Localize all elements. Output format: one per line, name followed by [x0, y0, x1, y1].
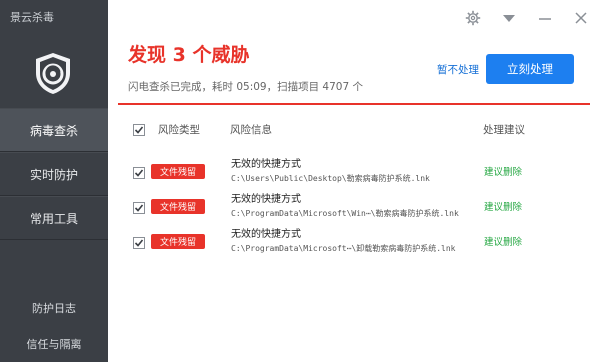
fix-now-button[interactable]: 立刻处理 [486, 54, 574, 84]
risk-type-badge: 文件残留 [151, 164, 205, 179]
column-header-info: 风险信息 [230, 124, 272, 136]
table-row: 文件残留 无效的快捷方式 C:\ProgramData\Microsoft\Wi… [0, 190, 600, 224]
advice-delete-link[interactable]: 建议删除 [484, 199, 522, 213]
column-header-advice: 处理建议 [483, 124, 525, 136]
table-row: 文件残留 无效的快捷方式 C:\Users\Public\Desktop\勒索病… [0, 155, 600, 189]
trust-quarantine-link[interactable]: 信任与隔离 [0, 336, 108, 352]
risk-name: 无效的快捷方式 [231, 194, 301, 205]
row-checkbox[interactable] [133, 202, 145, 214]
risk-path: C:\ProgramData\Microsoft⋯\卸载勒索病毒防护系统.lnk [231, 244, 456, 253]
risk-type-badge: 文件残留 [151, 234, 205, 249]
close-icon[interactable] [570, 8, 592, 28]
window-controls [462, 8, 592, 28]
risk-name: 无效的快捷方式 [231, 229, 301, 240]
risk-path: C:\Users\Public\Desktop\勒索病毒防护系统.lnk [231, 174, 430, 183]
header-divider [118, 103, 590, 105]
threat-count-title: 发现 3 个威胁 [128, 44, 250, 66]
minimize-icon[interactable] [534, 8, 556, 28]
table-header: 风险类型 风险信息 处理建议 [0, 122, 600, 138]
ignore-button[interactable]: 暂不处理 [437, 62, 479, 77]
risk-name: 无效的快捷方式 [231, 159, 301, 170]
scan-summary: 闪电查杀已完成，耗时 05:09，扫描项目 4707 个 [128, 81, 363, 93]
protection-log-link[interactable]: 防护日志 [0, 300, 108, 316]
advice-delete-link[interactable]: 建议删除 [484, 164, 522, 178]
advice-delete-link[interactable]: 建议删除 [484, 234, 522, 248]
table-row: 文件残留 无效的快捷方式 C:\ProgramData\Microsoft⋯\卸… [0, 225, 600, 259]
dropdown-arrow-icon[interactable] [498, 8, 520, 28]
risk-path: C:\ProgramData\Microsoft\Win⋯\勒索病毒防护系统.l… [231, 209, 459, 218]
shield-logo-icon [36, 53, 70, 94]
select-all-checkbox[interactable] [133, 124, 145, 136]
settings-gear-icon[interactable] [462, 8, 484, 28]
row-checkbox[interactable] [133, 167, 145, 179]
row-checkbox[interactable] [133, 237, 145, 249]
app-title: 景云杀毒 [10, 11, 54, 24]
risk-type-badge: 文件残留 [151, 199, 205, 214]
column-header-type: 风险类型 [158, 124, 200, 136]
